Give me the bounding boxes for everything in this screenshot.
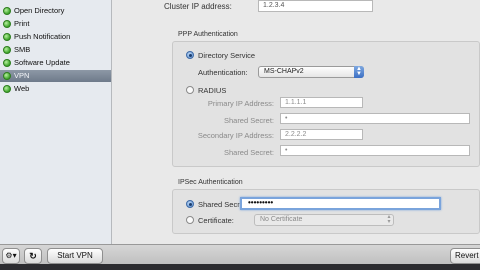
dock-strip <box>0 264 480 270</box>
sidebar-item-label: Web <box>14 84 30 93</box>
gear-action-button[interactable]: ⚙▾ <box>2 248 20 264</box>
shared-secret-2-field[interactable]: • <box>280 145 470 156</box>
ipsec-shared-secret-field[interactable]: ••••••••• <box>240 197 441 210</box>
shared-secret-field[interactable]: • <box>280 113 470 124</box>
status-running-icon <box>3 85 11 93</box>
status-running-icon <box>3 20 11 28</box>
shared-secret-label: Shared Secret: <box>223 116 274 125</box>
refresh-icon: ↻ <box>29 251 37 261</box>
ipsec-auth-title: IPSec Authentication <box>178 179 243 186</box>
directory-service-radio[interactable] <box>186 51 194 59</box>
directory-service-label: Directory Service <box>198 51 256 60</box>
gear-icon: ⚙▾ <box>5 251 17 260</box>
primary-ip-field[interactable]: 1.1.1.1 <box>280 97 363 108</box>
cluster-ip-field[interactable]: 1.2.3.4 <box>258 0 373 12</box>
sidebar-item-push-notification[interactable]: Push Notification <box>0 31 111 43</box>
vpn-settings-pane: Cluster IP address: 1.2.3.4 PPP Authenti… <box>112 0 480 244</box>
ppp-auth-title: PPP Authentication <box>178 31 238 38</box>
status-running-icon <box>3 59 11 67</box>
start-vpn-button[interactable]: Start VPN <box>47 248 103 264</box>
secondary-ip-field[interactable]: 2.2.2.2 <box>280 129 363 140</box>
authentication-value: MS-CHAPv2 <box>264 68 304 75</box>
ipsec-auth-group <box>172 189 480 234</box>
sidebar-item-vpn[interactable]: VPN <box>0 70 111 82</box>
status-running-icon <box>3 72 11 80</box>
sidebar-item-open-directory[interactable]: Open Directory <box>0 5 111 17</box>
status-running-icon <box>3 7 11 15</box>
up-down-arrows-icon: ▴ ▾ <box>387 214 391 225</box>
sidebar-item-web[interactable]: Web <box>0 83 111 95</box>
certificate-popup[interactable]: No Certificate ▴ ▾ <box>254 214 394 226</box>
status-running-icon <box>3 33 11 41</box>
sidebar-item-label: Push Notification <box>14 32 71 41</box>
sidebar-item-print[interactable]: Print <box>0 18 111 30</box>
certificate-radio[interactable] <box>186 216 194 224</box>
up-down-arrows-icon: ▲ ▼ <box>354 66 364 78</box>
sidebar-item-label: Open Directory <box>14 6 65 15</box>
ipsec-shared-secret-radio[interactable] <box>186 200 194 208</box>
status-running-icon <box>3 46 11 54</box>
sidebar-item-label: SMB <box>14 45 31 54</box>
refresh-button[interactable]: ↻ <box>24 248 42 264</box>
sidebar-item-smb[interactable]: SMB <box>0 44 111 56</box>
shared-secret-2-label: Shared Secret: <box>223 148 274 157</box>
certificate-value: No Certificate <box>260 216 303 223</box>
secondary-ip-label: Secondary IP Address: <box>197 131 274 140</box>
radius-label: RADIUS <box>198 86 227 95</box>
certificate-label: Certificate: <box>198 216 234 225</box>
primary-ip-label: Primary IP Address: <box>207 99 274 108</box>
cluster-ip-label: Cluster IP address: <box>164 2 232 11</box>
authentication-popup[interactable]: MS-CHAPv2 ▲ ▼ <box>258 66 364 78</box>
authentication-label: Authentication: <box>198 68 248 77</box>
sidebar-item-label: Software Update <box>14 58 70 67</box>
sidebar-item-label: Print <box>14 19 30 28</box>
revert-button[interactable]: Revert <box>450 248 480 264</box>
sidebar-item-software-update[interactable]: Software Update <box>0 57 111 69</box>
sidebar-item-label: VPN <box>14 71 30 80</box>
services-sidebar: Open Directory Print Push Notification S… <box>0 0 112 244</box>
radius-radio[interactable] <box>186 86 194 94</box>
